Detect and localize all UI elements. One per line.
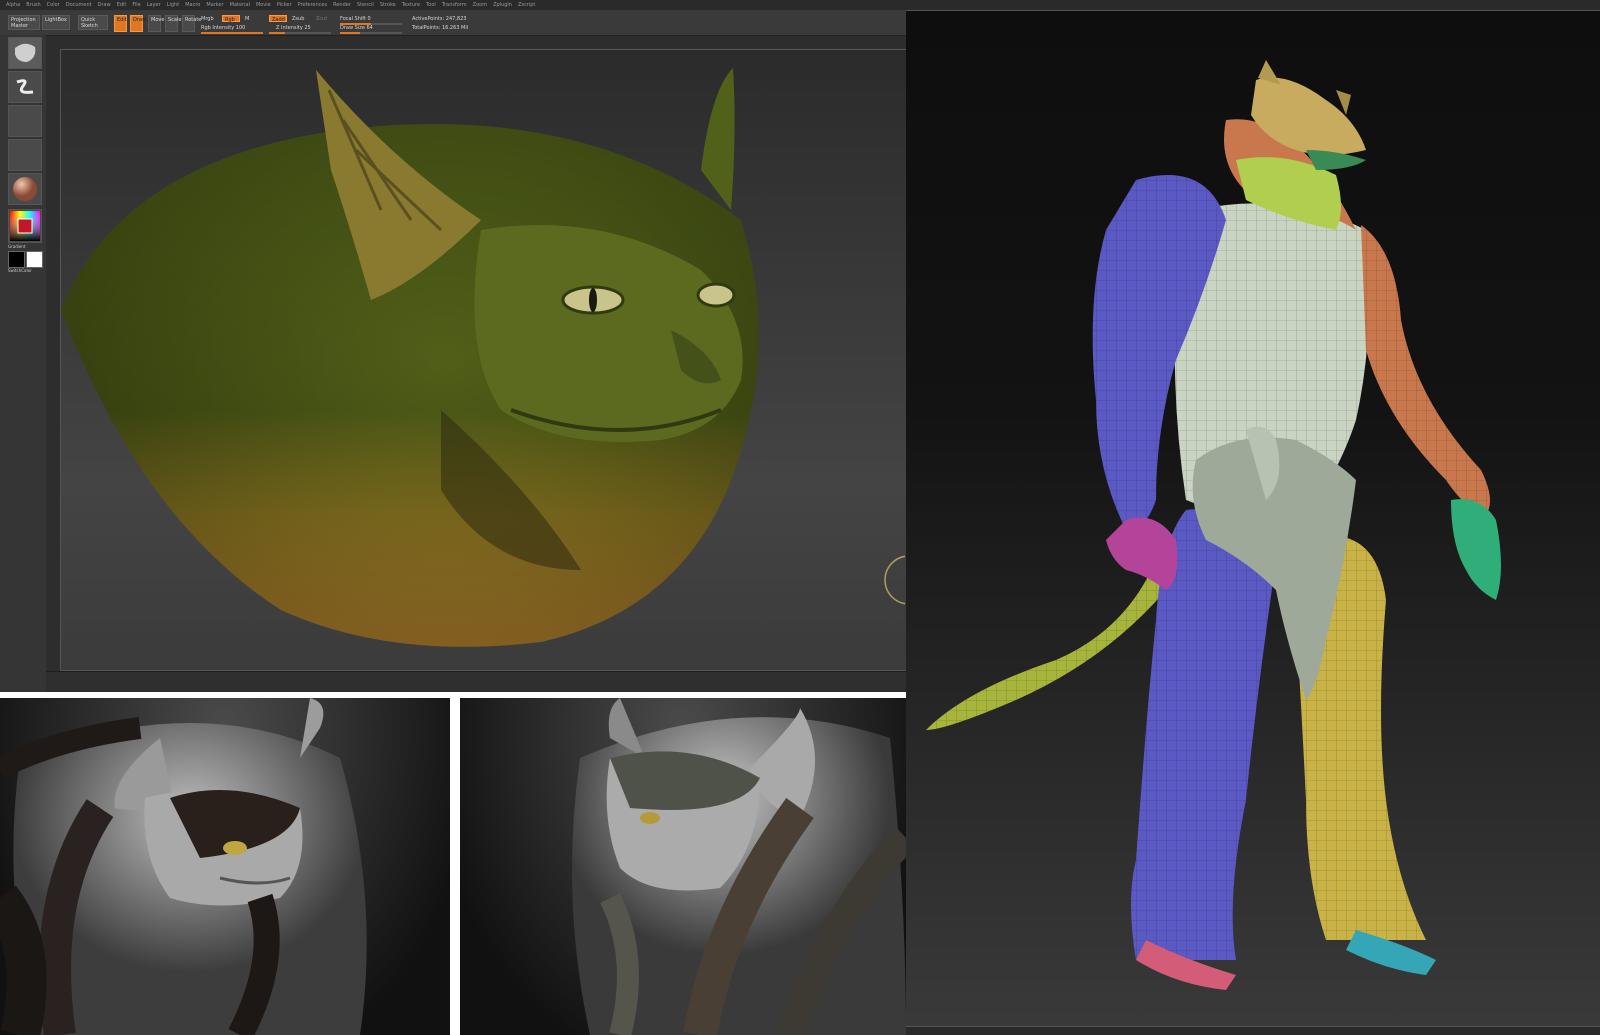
menu-item-brush[interactable]: Brush <box>26 0 40 10</box>
sculpt-detail-right <box>460 698 906 1035</box>
brush-button[interactable] <box>8 71 42 103</box>
lightbox-button[interactable]: LightBox <box>42 15 70 30</box>
move-button[interactable]: Move <box>148 15 164 32</box>
menu-item-picker[interactable]: Picker <box>277 0 292 10</box>
stroke-button[interactable] <box>8 105 42 137</box>
document-viewport[interactable] <box>60 49 906 671</box>
alpha-button[interactable] <box>8 139 42 171</box>
projection-master-button[interactable]: Projection Master <box>8 15 40 30</box>
menu-item-document[interactable]: Document <box>66 0 92 10</box>
menu-item-macro[interactable]: Macro <box>185 0 200 10</box>
zbrush-window: Alpha Brush Color Document Draw Edit Fil… <box>0 0 906 692</box>
menu-item-color[interactable]: Color <box>47 0 60 10</box>
rotate-button[interactable]: Rotate <box>182 15 201 32</box>
menu-item-material[interactable]: Material <box>230 0 250 10</box>
grey-sculpt-left <box>0 698 367 1035</box>
menu-item-render[interactable]: Render <box>333 0 351 10</box>
brush-stroke-icon <box>16 79 34 94</box>
rgb-intensity-track[interactable] <box>201 32 263 34</box>
viewport-bottom-bar <box>906 1026 1600 1035</box>
current-tool-thumbnail[interactable] <box>8 37 42 69</box>
menu-item-texture[interactable]: Texture <box>402 0 420 10</box>
zadd-toggle[interactable]: Zadd <box>269 15 287 23</box>
color-picker-icon <box>10 211 40 241</box>
mrgb-toggle[interactable]: Mrgb <box>201 16 214 22</box>
total-points-readout: TotalPoints: 16.263 Mil <box>412 25 469 31</box>
color-picker[interactable] <box>8 209 42 243</box>
menu-item-file[interactable]: File <box>132 0 140 10</box>
menu-item-tool[interactable]: Tool <box>426 0 436 10</box>
menu-item-edit[interactable]: Edit <box>117 0 127 10</box>
full-body-retopology-view <box>906 0 1600 1035</box>
quick-sketch-button[interactable]: Quick Sketch <box>78 15 108 30</box>
menu-item-stroke[interactable]: Stroke <box>380 0 396 10</box>
secondary-color-swatch[interactable] <box>26 251 43 268</box>
z-intensity-track[interactable] <box>269 32 331 34</box>
menu-item-draw[interactable]: Draw <box>98 0 111 10</box>
menu-bar: Alpha Brush Color Document Draw Edit Fil… <box>0 0 906 10</box>
bottom-tray <box>46 671 906 692</box>
zsub-toggle[interactable]: Zsub <box>292 16 304 22</box>
draw-button[interactable]: Draw <box>130 15 146 32</box>
tool-icon <box>15 43 36 62</box>
menu-item-alpha[interactable]: Alpha <box>6 0 20 10</box>
grey-sculpt-right <box>572 698 906 1035</box>
edit-button[interactable]: Edit <box>114 15 127 32</box>
rgb-intensity-slider[interactable]: Rgb Intensity 100 <box>201 25 245 31</box>
menu-item-transform[interactable]: Transform <box>442 0 467 10</box>
menu-item-marker[interactable]: Marker <box>206 0 223 10</box>
navigation-circle-icon[interactable] <box>879 550 905 610</box>
active-points-readout: ActivePoints: 247,823 <box>412 16 467 22</box>
menu-item-layer[interactable]: Layer <box>147 0 161 10</box>
top-shelf: Projection Master LightBox Quick Sketch … <box>0 10 906 36</box>
scale-button[interactable]: Scale <box>165 15 181 32</box>
m-toggle[interactable]: M <box>245 16 249 22</box>
menu-item-zscript[interactable]: Zscript <box>518 0 535 10</box>
lizard-man-model <box>926 60 1501 990</box>
switch-color-label[interactable]: SwitchColor <box>8 268 32 273</box>
viewport-top-bar <box>906 0 1600 11</box>
creature-head-sculpt <box>61 68 759 647</box>
draw-size-slider[interactable]: Draw Size 64 <box>340 25 373 31</box>
menu-item-stencil[interactable]: Stencil <box>357 0 374 10</box>
left-shelf: Gradient SwitchColor <box>0 35 46 692</box>
menu-item-zoom[interactable]: Zoom <box>473 0 487 10</box>
material-button[interactable] <box>8 173 42 205</box>
focal-shift-slider[interactable]: Focal Shift 0 <box>340 16 371 22</box>
menu-item-movie[interactable]: Movie <box>256 0 271 10</box>
menu-item-light[interactable]: Light <box>167 0 179 10</box>
sculpt-detail-left <box>0 698 450 1035</box>
z-intensity-slider[interactable]: Z Intensity 25 <box>276 25 311 31</box>
main-color-swatch[interactable] <box>8 251 25 268</box>
draw-size-track[interactable] <box>340 32 402 34</box>
menu-item-zplugin[interactable]: Zplugin <box>493 0 512 10</box>
rgb-toggle[interactable]: Rgb <box>222 15 240 23</box>
zcut-toggle[interactable]: Zcut <box>316 16 327 22</box>
gradient-label: Gradient <box>8 244 26 249</box>
material-sphere-icon <box>13 177 37 201</box>
menu-item-preferences[interactable]: Preferences <box>298 0 327 10</box>
